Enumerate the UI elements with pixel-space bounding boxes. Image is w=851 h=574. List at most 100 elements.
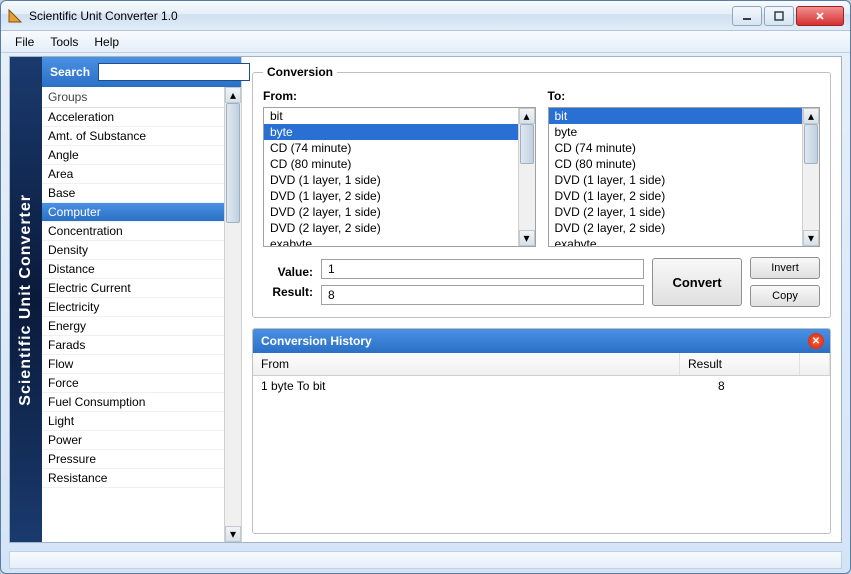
window-buttons [732,6,844,26]
unit-item[interactable]: DVD (2 layer, 1 side) [549,204,803,220]
side-label: Scientific Unit Converter [10,57,42,542]
from-scrollbar[interactable]: ▴ ▾ [518,108,535,246]
history-header: Conversion History ✕ [253,329,830,353]
to-unit-list[interactable]: bitbyteCD (74 minute)CD (80 minute)DVD (… [549,108,803,246]
history-cell-result: 8 [710,376,830,396]
unit-item[interactable]: DVD (1 layer, 1 side) [264,172,518,188]
history-box: Conversion History ✕ From Result 1 byte … [252,328,831,534]
unit-item[interactable]: CD (80 minute) [549,156,803,172]
result-input[interactable] [321,285,644,305]
history-cell-from: 1 byte To bit [253,376,710,396]
unit-item[interactable]: byte [549,124,803,140]
search-input[interactable] [98,63,250,81]
unit-item[interactable]: CD (80 minute) [264,156,518,172]
conversion-title: Conversion [263,65,337,79]
scroll-down-icon[interactable]: ▾ [803,230,819,246]
unit-item[interactable]: DVD (1 layer, 1 side) [549,172,803,188]
history-col-from[interactable]: From [253,353,680,375]
group-item[interactable]: Power [42,431,224,450]
scroll-thumb[interactable] [226,103,240,223]
group-item[interactable]: Flow [42,355,224,374]
group-item[interactable]: Base [42,184,224,203]
group-item[interactable]: Area [42,165,224,184]
side-label-text: Scientific Unit Converter [17,194,35,406]
search-label: Search [50,65,90,79]
group-item[interactable]: Pressure [42,450,224,469]
group-item[interactable]: Electric Current [42,279,224,298]
app-window: Scientific Unit Converter 1.0 File Tools… [0,0,851,574]
value-input[interactable] [321,259,644,279]
group-item[interactable]: Energy [42,317,224,336]
group-item[interactable]: Amt. of Substance [42,127,224,146]
history-close-icon[interactable]: ✕ [808,333,824,349]
from-unit-list[interactable]: bitbyteCD (74 minute)CD (80 minute)DVD (… [264,108,518,246]
groups-header: Groups [42,87,224,108]
groups-list[interactable]: Groups AccelerationAmt. of SubstanceAngl… [42,87,224,542]
titlebar: Scientific Unit Converter 1.0 [1,1,850,31]
minimize-button[interactable] [732,6,762,26]
unit-item[interactable]: exabyte [264,236,518,246]
unit-item[interactable]: DVD (1 layer, 2 side) [264,188,518,204]
unit-item[interactable]: bit [549,108,803,124]
history-row[interactable]: 1 byte To bit8 [253,376,830,396]
history-col-pad [800,353,830,375]
main-panel: Conversion From: bitbyteCD (74 minute)CD… [242,57,841,542]
group-item[interactable]: Concentration [42,222,224,241]
group-item[interactable]: Fuel Consumption [42,393,224,412]
unit-item[interactable]: exabyte [549,236,803,246]
conversion-box: Conversion From: bitbyteCD (74 minute)CD… [252,65,831,318]
to-column: To: bitbyteCD (74 minute)CD (80 minute)D… [548,89,821,247]
history-col-result[interactable]: Result [680,353,800,375]
menu-help[interactable]: Help [86,33,127,51]
copy-button[interactable]: Copy [750,285,820,307]
app-icon [7,8,23,24]
unit-item[interactable]: CD (74 minute) [549,140,803,156]
unit-item[interactable]: DVD (2 layer, 1 side) [264,204,518,220]
scroll-up-icon[interactable]: ▴ [225,87,241,103]
group-item[interactable]: Acceleration [42,108,224,127]
group-item[interactable]: Force [42,374,224,393]
groups-scrollbar[interactable]: ▴ ▾ [224,87,241,542]
value-label: Value: [263,265,313,279]
client-area: Scientific Unit Converter Search Groups … [9,56,842,543]
menu-file[interactable]: File [7,33,42,51]
unit-item[interactable]: DVD (1 layer, 2 side) [549,188,803,204]
invert-button[interactable]: Invert [750,257,820,279]
unit-item[interactable]: DVD (2 layer, 2 side) [549,220,803,236]
scroll-down-icon[interactable]: ▾ [225,526,241,542]
search-bar: Search [42,57,241,87]
group-item[interactable]: Farads [42,336,224,355]
group-item[interactable]: Electricity [42,298,224,317]
scroll-up-icon[interactable]: ▴ [519,108,535,124]
groups-wrap: Groups AccelerationAmt. of SubstanceAngl… [42,87,241,542]
from-label: From: [263,89,536,103]
unit-item[interactable]: bit [264,108,518,124]
group-item[interactable]: Angle [42,146,224,165]
window-title: Scientific Unit Converter 1.0 [29,9,732,23]
scroll-down-icon[interactable]: ▾ [519,230,535,246]
group-item[interactable]: Distance [42,260,224,279]
result-label: Result: [263,285,313,299]
convert-button[interactable]: Convert [652,258,742,306]
group-item[interactable]: Computer [42,203,224,222]
scroll-up-icon[interactable]: ▴ [803,108,819,124]
unit-item[interactable]: byte [264,124,518,140]
statusbar [9,551,842,569]
unit-item[interactable]: DVD (2 layer, 2 side) [264,220,518,236]
left-panel: Search Groups AccelerationAmt. of Substa… [42,57,242,542]
maximize-button[interactable] [764,6,794,26]
scroll-thumb[interactable] [520,124,534,164]
to-scrollbar[interactable]: ▴ ▾ [802,108,819,246]
history-table: From Result 1 byte To bit8 [253,353,830,533]
group-item[interactable]: Density [42,241,224,260]
close-button[interactable] [796,6,844,26]
menu-tools[interactable]: Tools [42,33,86,51]
group-item[interactable]: Resistance [42,469,224,488]
unit-item[interactable]: CD (74 minute) [264,140,518,156]
menubar: File Tools Help [1,31,850,53]
from-column: From: bitbyteCD (74 minute)CD (80 minute… [263,89,536,247]
history-title: Conversion History [261,334,372,348]
scroll-thumb[interactable] [804,124,818,164]
to-label: To: [548,89,821,103]
group-item[interactable]: Light [42,412,224,431]
